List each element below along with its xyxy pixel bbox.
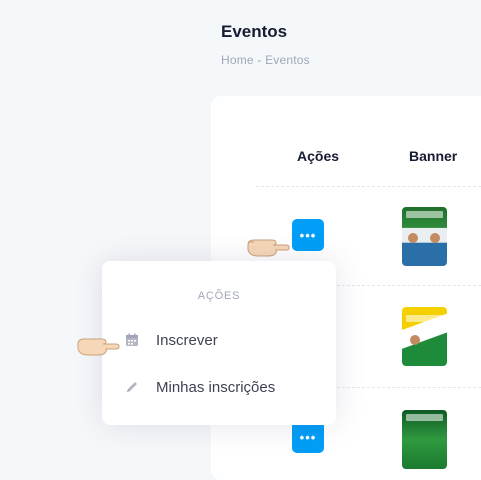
column-header-acoes: Ações [297, 148, 340, 164]
row-separator [256, 186, 481, 187]
banner-person [408, 233, 418, 243]
banner-title-strip [406, 414, 443, 421]
row-actions-button[interactable]: ••• [292, 219, 324, 251]
menu-item-inscrever[interactable]: Inscrever [124, 327, 218, 353]
dropdown-header: AÇÕES [197, 290, 241, 302]
pointing-hand-icon [77, 338, 120, 356]
banner-title-strip [406, 211, 443, 218]
banner-person [430, 233, 440, 243]
menu-item-label: Inscrever [156, 331, 218, 349]
more-dots-icon: ••• [299, 227, 317, 243]
breadcrumb: Home - Eventos [221, 53, 310, 67]
calendar-icon [124, 332, 140, 348]
page-title: Eventos [221, 22, 288, 41]
column-header-banner: Banner [409, 148, 458, 164]
banner-title-strip [406, 315, 443, 322]
event-banner-image[interactable] [402, 410, 447, 469]
event-banner-image[interactable] [402, 207, 447, 266]
banner-person [410, 335, 420, 345]
menu-item-minhas-inscricoes[interactable]: Minhas inscrições [124, 374, 275, 400]
more-dots-icon: ••• [299, 429, 317, 445]
pencil-icon [124, 379, 140, 395]
row-actions-button[interactable]: ••• [292, 421, 324, 453]
menu-item-label: Minhas inscrições [156, 378, 276, 396]
pointing-hand-icon [247, 239, 290, 257]
event-banner-image[interactable] [402, 307, 447, 366]
